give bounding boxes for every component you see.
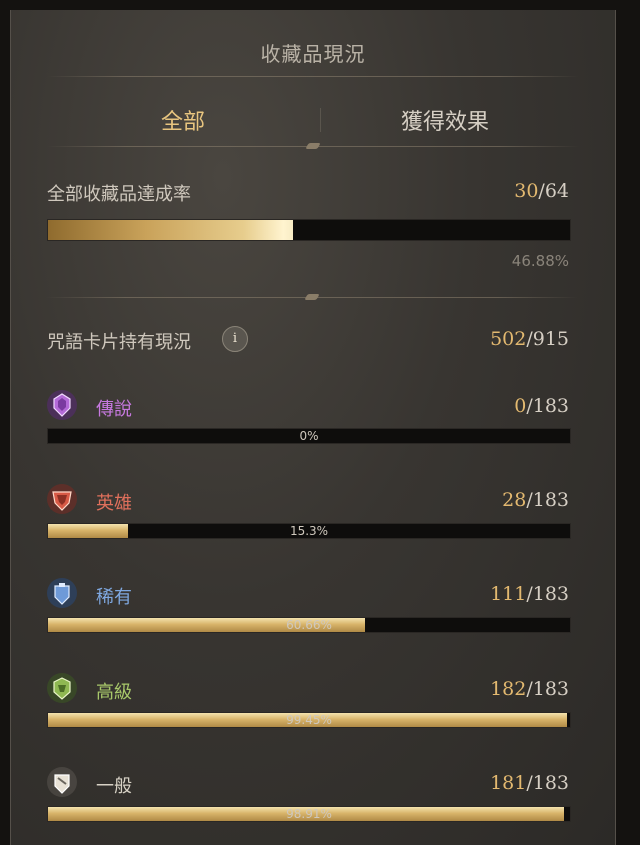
tab-effects[interactable]: 獲得效果 [401,104,489,136]
rarity-count: 181/183 [490,772,569,794]
rare-crest-icon [47,578,77,608]
rarity-total: /183 [526,678,569,700]
rarity-count: 0/183 [514,395,569,417]
overall-progress-bar [47,219,571,241]
rarity-current: 182 [490,678,527,700]
overall-count: 30/64 [514,180,569,202]
rarity-percent: 98.91% [286,807,332,821]
rarity-progress-bar: 99.45% [47,712,571,728]
cards-total: /915 [526,328,569,350]
legendary-crest-icon [47,390,77,420]
info-icon[interactable]: i [222,326,248,352]
heroic-crest-icon [47,484,77,514]
rarity-progress-bar: 60.66% [47,617,571,633]
rarity-total: /183 [526,489,569,511]
section-ornament-icon [294,294,330,300]
overall-total: /64 [538,180,569,202]
cards-count: 502/915 [490,328,569,350]
overall-current: 30 [514,180,539,202]
panel-title: 收藏品現況 [260,42,366,66]
rarity-label: 高級 [96,682,132,703]
overall-percent: 46.88% [511,252,569,270]
rarity-current: 111 [490,583,527,605]
rarity-current: 0 [514,395,527,417]
rarity-progress-bar: 15.3% [47,523,571,539]
rarity-count: 182/183 [490,678,569,700]
rarity-percent: 60.66% [286,618,332,632]
rarity-total: /183 [526,395,569,417]
rarity-current: 181 [490,772,527,794]
tab-all[interactable]: 全部 [161,104,205,136]
rarity-percent: 15.3% [289,524,329,538]
common-crest-icon [47,767,77,797]
advanced-crest-icon [47,673,77,703]
rarity-progress-bar: 0% [47,428,571,444]
rarity-current: 28 [502,489,527,511]
rarity-total: /183 [526,772,569,794]
overall-label: 全部收藏品達成率 [47,184,191,205]
rarity-progress-bar: 98.91% [47,806,571,822]
cards-current: 502 [490,328,527,350]
overall-progress-fill [48,220,293,240]
rarity-count: 28/183 [502,489,569,511]
rarity-label: 傳說 [96,399,132,420]
rarity-percent: 0% [299,429,319,443]
rarity-label: 一般 [96,776,132,797]
rarity-label: 英雄 [96,493,132,514]
rarity-total: /183 [526,583,569,605]
rarity-percent: 99.45% [286,713,332,727]
title-divider [47,76,579,77]
rarity-count: 111/183 [490,583,569,605]
tab-separator [320,108,321,132]
cards-label: 咒語卡片持有現況 [47,332,191,353]
rarity-label: 稀有 [96,587,132,608]
divider-ornament-icon [295,143,331,149]
